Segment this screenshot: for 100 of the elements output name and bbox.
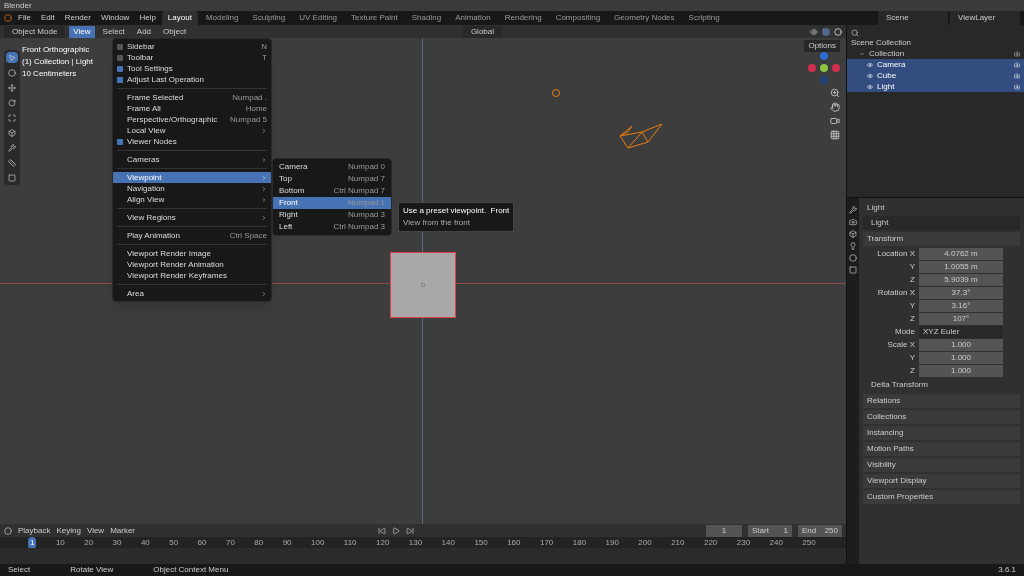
outliner-row[interactable]: Scene Collection (847, 37, 1024, 48)
panel-header[interactable]: Instancing (863, 426, 1020, 440)
panel-header[interactable]: Collections (863, 410, 1020, 424)
menu-item[interactable]: Tool Settings (113, 63, 271, 74)
menu-item[interactable]: Navigation (113, 183, 271, 194)
menu-item[interactable]: View Regions (113, 212, 271, 223)
checkbox[interactable] (117, 54, 123, 61)
tool-button[interactable] (6, 157, 18, 168)
playback-button[interactable] (378, 526, 386, 535)
outliner-row[interactable]: Collection (847, 48, 1024, 59)
panel-header[interactable]: Transform (863, 232, 1020, 246)
number-field[interactable]: 5.9039 m (919, 273, 1003, 286)
orientation-dropdown[interactable]: Global (462, 25, 502, 38)
tool-button[interactable] (6, 82, 18, 93)
tool-button[interactable] (6, 97, 18, 108)
viewport-nav-button[interactable] (830, 88, 840, 98)
panel-header[interactable]: Visibility (863, 458, 1020, 472)
viewport-nav-button[interactable] (830, 130, 840, 140)
navigation-gizmo-drawing[interactable] (806, 50, 842, 86)
outliner-row[interactable]: Cube (847, 70, 1024, 81)
menu-item[interactable]: Front Numpad 1 (273, 197, 391, 209)
menu-button[interactable]: View (86, 524, 105, 537)
tool-button[interactable] (6, 172, 18, 183)
start-frame-field[interactable]: Start 1 (748, 524, 792, 537)
view-layer-field[interactable]: ViewLayer (950, 11, 1020, 25)
menu-button[interactable]: Object (159, 25, 191, 38)
number-field[interactable]: 1.000 (919, 364, 1003, 377)
menu-button[interactable]: Render (60, 12, 95, 24)
menu-item[interactable]: Viewport Render Animation (113, 259, 271, 270)
playback-button[interactable] (406, 526, 414, 535)
checkbox[interactable] (117, 65, 123, 72)
workspace-tab[interactable]: Shading (405, 11, 448, 25)
number-field[interactable]: 1.000 (919, 338, 1003, 351)
tool-button[interactable] (6, 142, 18, 153)
number-field[interactable]: 3.16° (919, 299, 1003, 312)
options-dropdown[interactable]: Options (804, 40, 840, 52)
end-frame-field[interactable]: End 250 (798, 524, 842, 537)
current-frame-field[interactable]: 1 (706, 524, 742, 537)
number-field[interactable]: 107° (919, 312, 1003, 325)
panel-header[interactable]: Relations (863, 394, 1020, 408)
workspace-tab[interactable]: Compositing (549, 11, 607, 25)
menu-item[interactable]: Bottom Ctrl Numpad 7 (273, 185, 391, 197)
number-field[interactable]: 1.0055 m (919, 260, 1003, 273)
menu-item[interactable]: Local View (113, 125, 271, 136)
menu-item[interactable]: Viewpoint (113, 172, 271, 183)
mode-dropdown[interactable]: XYZ Euler (919, 325, 1003, 338)
workspace-tab[interactable]: Modeling (199, 11, 245, 25)
tool-button[interactable] (6, 112, 18, 123)
tool-button[interactable] (6, 67, 18, 78)
object-name-field[interactable]: Light (863, 216, 1020, 230)
menu-button[interactable]: Marker (110, 524, 136, 537)
number-field[interactable]: 1.000 (919, 351, 1003, 364)
menu-item[interactable]: Top Numpad 7 (273, 173, 391, 185)
menu-item[interactable]: Adjust Last Operation (113, 74, 271, 85)
properties-tab[interactable] (849, 230, 857, 238)
viewport-nav-button[interactable] (830, 102, 840, 112)
menu-item[interactable]: Camera Numpad 0 (273, 161, 391, 173)
workspace-tab[interactable]: Geometry Nodes (608, 11, 681, 25)
menu-button[interactable]: Window (96, 12, 134, 24)
menu-item[interactable]: Viewport Render Keyframes (113, 270, 271, 281)
outliner-row[interactable]: Camera (847, 59, 1024, 70)
scene-field[interactable]: Scene (878, 11, 948, 25)
tool-button[interactable] (6, 127, 18, 138)
mode-dropdown[interactable]: Object Mode (4, 25, 66, 38)
playback-button[interactable] (392, 526, 400, 535)
menu-item[interactable]: Align View (113, 194, 271, 205)
viewport-nav-button[interactable] (830, 116, 840, 126)
menu-button[interactable]: Add (132, 25, 156, 38)
menu-item[interactable]: Cameras (113, 154, 271, 165)
menu-item[interactable]: Sidebar N (113, 41, 271, 52)
menu-item[interactable]: Right Numpad 3 (273, 209, 391, 221)
checkbox[interactable] (117, 138, 123, 145)
menu-button[interactable]: Edit (36, 12, 59, 24)
menu-item[interactable]: Viewport Render Image (113, 248, 271, 259)
workspace-tab[interactable]: Animation (449, 11, 497, 25)
menu-button[interactable]: Playback (18, 524, 51, 537)
workspace-tab[interactable]: Layout (161, 11, 198, 25)
menu-item[interactable]: Left Ctrl Numpad 3 (273, 221, 391, 233)
outliner-row[interactable]: Light (847, 81, 1024, 92)
panel-header[interactable]: Viewport Display (863, 474, 1020, 488)
properties-tab[interactable] (849, 206, 857, 214)
workspace-tab[interactable]: Texture Paint (345, 11, 404, 25)
menu-item[interactable]: Viewer Nodes (113, 136, 271, 147)
number-field[interactable]: 37.3° (919, 286, 1003, 299)
workspace-tab[interactable]: Rendering (498, 11, 548, 25)
workspace-tab[interactable]: Sculpting (246, 11, 292, 25)
menu-item[interactable]: Frame All Home (113, 103, 271, 114)
menu-button[interactable]: Help (135, 12, 160, 24)
workspace-tab[interactable]: Scripting (682, 11, 726, 25)
workspace-tab[interactable]: UV Editing (293, 11, 344, 25)
menu-item[interactable]: Perspective/Orthographic Numpad 5 (113, 114, 271, 125)
menu-item[interactable]: Frame Selected Numpad . (113, 92, 271, 103)
menu-button[interactable]: Keying (56, 524, 81, 537)
panel-header[interactable]: Motion Paths (863, 442, 1020, 456)
menu-item[interactable]: Area (113, 288, 271, 299)
menu-button[interactable]: File (14, 12, 35, 24)
menu-button[interactable]: View (69, 25, 95, 38)
panel-header[interactable]: Delta Transform (863, 378, 1020, 392)
checkbox[interactable] (117, 76, 123, 83)
menu-item[interactable]: Play Animation Ctrl Space (113, 230, 271, 241)
